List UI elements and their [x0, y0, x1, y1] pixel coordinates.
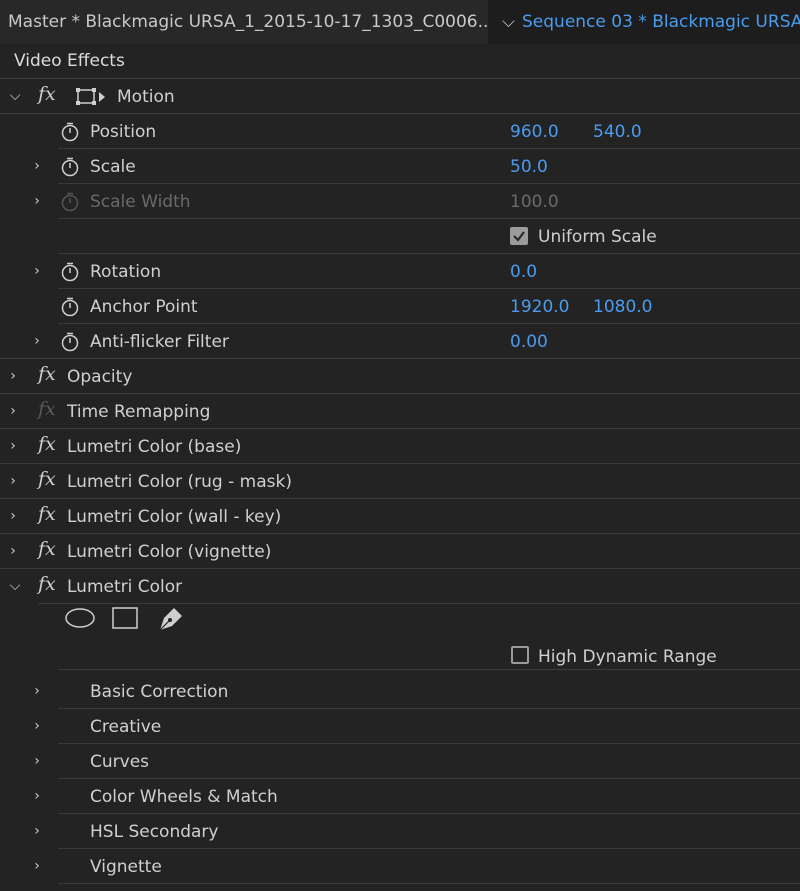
fx-icon[interactable]: fx: [38, 83, 56, 105]
chevron-right-icon[interactable]: ›: [6, 507, 20, 525]
chevron-down-icon[interactable]: ⌵: [8, 87, 22, 105]
param-row-rotation: › Rotation 0.0: [0, 254, 800, 289]
fx-icon[interactable]: fx: [38, 538, 56, 560]
effect-row-opacity[interactable]: › fx Opacity: [0, 359, 800, 394]
effect-row-lumetri-rug-mask[interactable]: › fx Lumetri Color (rug - mask): [0, 464, 800, 499]
stopwatch-icon[interactable]: [61, 332, 79, 352]
stopwatch-icon[interactable]: [61, 122, 79, 142]
effect-label: Opacity: [67, 367, 133, 387]
position-y-value[interactable]: 540.0: [593, 122, 642, 142]
anti-flicker-value[interactable]: 0.00: [510, 332, 548, 352]
checkmark-icon: [513, 231, 525, 242]
chevron-right-icon[interactable]: ›: [30, 192, 44, 210]
uniform-scale-checkbox[interactable]: [510, 227, 528, 245]
chevron-right-icon[interactable]: ›: [30, 787, 44, 805]
effect-label: Lumetri Color (wall - key): [67, 507, 282, 527]
lumetri-section-color-wheels[interactable]: › Color Wheels & Match: [0, 779, 800, 814]
anchor-x-value[interactable]: 1920.0: [510, 297, 569, 317]
effect-label: Lumetri Color (base): [67, 437, 242, 457]
chevron-right-icon[interactable]: ›: [30, 857, 44, 875]
tab-sequence[interactable]: ⌵ Sequence 03 * Blackmagic URSA_: [497, 0, 800, 44]
effect-row-time-remapping[interactable]: › fx Time Remapping: [0, 394, 800, 429]
chevron-down-icon[interactable]: ⌵: [502, 0, 522, 44]
scale-width-label: Scale Width: [90, 192, 191, 212]
param-row-anti-flicker: › Anti-flicker Filter 0.00: [0, 324, 800, 359]
rotation-value[interactable]: 0.0: [510, 262, 537, 282]
lumetri-section-hsl-secondary[interactable]: › HSL Secondary: [0, 814, 800, 849]
chevron-right-icon[interactable]: ›: [30, 822, 44, 840]
effect-label: Lumetri Color (vignette): [67, 542, 272, 562]
rectangle-mask-icon[interactable]: [111, 606, 139, 630]
chevron-right-icon[interactable]: ›: [30, 157, 44, 175]
scale-width-value: 100.0: [510, 192, 559, 212]
scale-value[interactable]: 50.0: [510, 157, 548, 177]
lumetri-section-basic-correction[interactable]: › Basic Correction: [0, 674, 800, 709]
section-title: Video Effects: [14, 51, 125, 71]
video-effects-header: Video Effects: [0, 44, 800, 79]
anchor-y-value[interactable]: 1080.0: [593, 297, 652, 317]
anchor-point-label: Anchor Point: [90, 297, 198, 317]
tab-sequence-label: Sequence 03 * Blackmagic URSA_: [522, 12, 800, 32]
section-label: Vignette: [90, 857, 162, 877]
lumetri-section-vignette[interactable]: › Vignette: [0, 849, 800, 884]
param-row-scale-width: › Scale Width 100.0: [0, 184, 800, 219]
effect-row-lumetri-base[interactable]: › fx Lumetri Color (base): [0, 429, 800, 464]
chevron-right-icon[interactable]: ›: [30, 752, 44, 770]
lumetri-section-curves[interactable]: › Curves: [0, 744, 800, 779]
tab-master-label: Master * Blackmagic URSA_1_2015-10-17_13…: [8, 12, 488, 32]
high-dynamic-range-label: High Dynamic Range: [538, 647, 717, 667]
rotation-label: Rotation: [90, 262, 162, 282]
uniform-scale-label: Uniform Scale: [538, 227, 657, 247]
position-label: Position: [90, 122, 157, 142]
ellipse-mask-icon[interactable]: [64, 607, 96, 629]
stopwatch-icon: [61, 192, 79, 212]
position-x-value[interactable]: 960.0: [510, 122, 559, 142]
pen-mask-icon[interactable]: [156, 604, 184, 632]
section-label: Curves: [90, 752, 150, 772]
fx-icon[interactable]: fx: [38, 503, 56, 525]
effect-row-motion[interactable]: ⌵ fx Motion: [0, 79, 800, 114]
section-label: HSL Secondary: [90, 822, 219, 842]
effect-row-lumetri-vignette[interactable]: › fx Lumetri Color (vignette): [0, 534, 800, 569]
effect-row-lumetri-color[interactable]: ⌵ fx Lumetri Color: [0, 569, 800, 604]
high-dynamic-range-checkbox[interactable]: [511, 646, 529, 664]
param-row-scale: › Scale 50.0: [0, 149, 800, 184]
chevron-down-icon[interactable]: ⌵: [8, 577, 22, 595]
fx-icon[interactable]: fx: [38, 363, 56, 385]
transform-icon[interactable]: [76, 88, 106, 106]
chevron-right-icon[interactable]: ›: [6, 472, 20, 490]
fx-icon: fx: [38, 398, 56, 420]
chevron-right-icon[interactable]: ›: [6, 367, 20, 385]
lumetri-section-creative[interactable]: › Creative: [0, 709, 800, 744]
section-label: Creative: [90, 717, 162, 737]
chevron-right-icon[interactable]: ›: [6, 542, 20, 560]
param-row-anchor-point: Anchor Point 1920.0 1080.0: [0, 289, 800, 324]
chevron-right-icon[interactable]: ›: [30, 262, 44, 280]
effect-row-lumetri-wall-key[interactable]: › fx Lumetri Color (wall - key): [0, 499, 800, 534]
chevron-right-icon[interactable]: ›: [30, 682, 44, 700]
scale-label: Scale: [90, 157, 136, 177]
fx-icon[interactable]: fx: [38, 573, 56, 595]
param-row-uniform-scale: Uniform Scale: [0, 219, 800, 254]
fx-icon[interactable]: fx: [38, 433, 56, 455]
section-label: Color Wheels & Match: [90, 787, 278, 807]
stopwatch-icon[interactable]: [61, 262, 79, 282]
chevron-right-icon[interactable]: ›: [30, 717, 44, 735]
motion-label: Motion: [117, 87, 175, 107]
param-row-position: Position 960.0 540.0: [0, 114, 800, 149]
effect-label: Lumetri Color (rug - mask): [67, 472, 292, 492]
section-label: Basic Correction: [90, 682, 229, 702]
chevron-right-icon[interactable]: ›: [6, 437, 20, 455]
panel-tab-bar: Master * Blackmagic URSA_1_2015-10-17_13…: [0, 0, 800, 44]
chevron-right-icon[interactable]: ›: [30, 332, 44, 350]
stopwatch-icon[interactable]: [61, 297, 79, 317]
mask-tools-row: High Dynamic Range: [0, 604, 800, 670]
tab-master-clip[interactable]: Master * Blackmagic URSA_1_2015-10-17_13…: [0, 0, 488, 44]
fx-icon[interactable]: fx: [38, 468, 56, 490]
effect-label: Lumetri Color: [67, 577, 183, 597]
chevron-right-icon[interactable]: ›: [6, 402, 20, 420]
stopwatch-icon[interactable]: [61, 157, 79, 177]
anti-flicker-label: Anti-flicker Filter: [90, 332, 229, 352]
effect-label: Time Remapping: [67, 402, 211, 422]
